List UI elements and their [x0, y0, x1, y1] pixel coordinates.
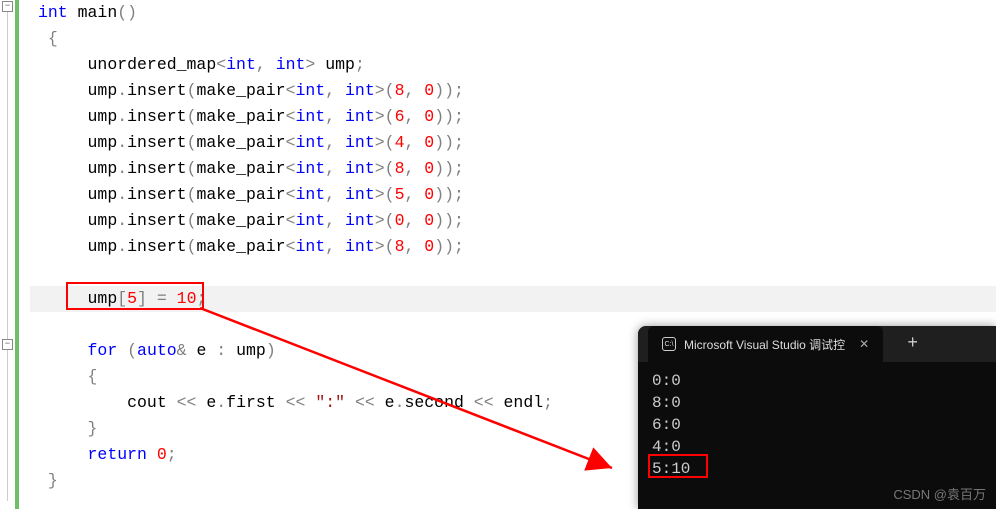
fold-gutter: − −: [0, 0, 30, 494]
change-marker: [15, 0, 19, 509]
code-line[interactable]: {: [30, 26, 996, 52]
fold-guide: [7, 11, 8, 501]
blank-line[interactable]: [30, 260, 996, 286]
terminal-output: 0:0 8:0 6:0 4:0 5:10: [638, 362, 996, 488]
code-line[interactable]: ump.insert(make_pair<int, int>(6, 0));: [30, 104, 996, 130]
keyword: int: [38, 3, 68, 22]
watermark: CSDN @袁百万: [893, 484, 986, 503]
terminal-title: Microsoft Visual Studio 调试控: [684, 336, 845, 353]
code-line[interactable]: ump.insert(make_pair<int, int>(8, 0));: [30, 156, 996, 182]
code-line[interactable]: ump.insert(make_pair<int, int>(0, 0));: [30, 208, 996, 234]
terminal-tab[interactable]: C:\ Microsoft Visual Studio 调试控 ✕: [648, 326, 883, 362]
fold-toggle-icon[interactable]: −: [2, 339, 13, 350]
console-icon: C:\: [662, 337, 676, 351]
code-line[interactable]: ump.insert(make_pair<int, int>(8, 0));: [30, 78, 996, 104]
code-line[interactable]: ump.insert(make_pair<int, int>(8, 0));: [30, 234, 996, 260]
brace: {: [48, 29, 58, 48]
output-line: 4:0: [652, 436, 982, 458]
code-line[interactable]: ump.insert(make_pair<int, int>(5, 0));: [30, 182, 996, 208]
terminal-window[interactable]: C:\ Microsoft Visual Studio 调试控 ✕ + 0:0 …: [638, 326, 996, 509]
output-line: 0:0: [652, 370, 982, 392]
output-line: 5:10: [652, 458, 982, 480]
close-icon[interactable]: ✕: [859, 337, 869, 351]
function-name: main: [78, 3, 118, 22]
new-tab-button[interactable]: +: [897, 334, 928, 354]
type: unordered_map: [88, 55, 217, 74]
code-line[interactable]: unordered_map<int, int> ump;: [30, 52, 996, 78]
output-line: 8:0: [652, 392, 982, 414]
output-line: 6:0: [652, 414, 982, 436]
code-line[interactable]: ump.insert(make_pair<int, int>(4, 0));: [30, 130, 996, 156]
code-line[interactable]: int main(): [30, 0, 996, 26]
highlighted-line[interactable]: ump[5] = 10;: [30, 286, 996, 312]
terminal-titlebar: C:\ Microsoft Visual Studio 调试控 ✕ +: [638, 326, 996, 362]
fold-toggle-icon[interactable]: −: [2, 1, 13, 12]
